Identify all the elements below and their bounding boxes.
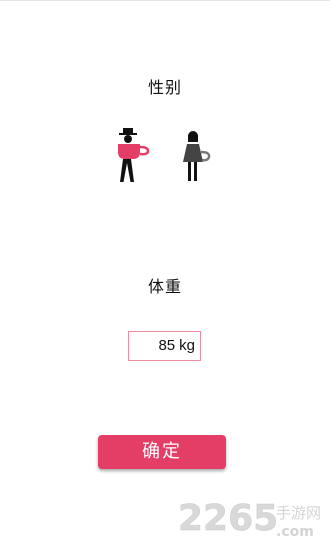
male-figure-icon [118, 128, 150, 182]
svg-text:手游网: 手游网 [276, 504, 321, 522]
watermark-logo: 2265 手游网 .com [176, 496, 330, 546]
weight-title: 体重 [147, 277, 182, 296]
gender-option-female[interactable] [172, 128, 216, 184]
confirm-button[interactable]: 确定 [98, 435, 226, 469]
gender-title: 性别 [147, 78, 182, 97]
svg-text:.com: .com [276, 524, 314, 540]
weight-input[interactable]: 85 kg [128, 331, 201, 361]
female-figure-icon [183, 131, 211, 181]
top-divider [0, 0, 330, 1]
weight-value: 85 [158, 337, 176, 354]
svg-text:2265: 2265 [178, 498, 278, 539]
gender-option-male[interactable] [110, 128, 154, 184]
weight-unit: kg [179, 337, 195, 354]
